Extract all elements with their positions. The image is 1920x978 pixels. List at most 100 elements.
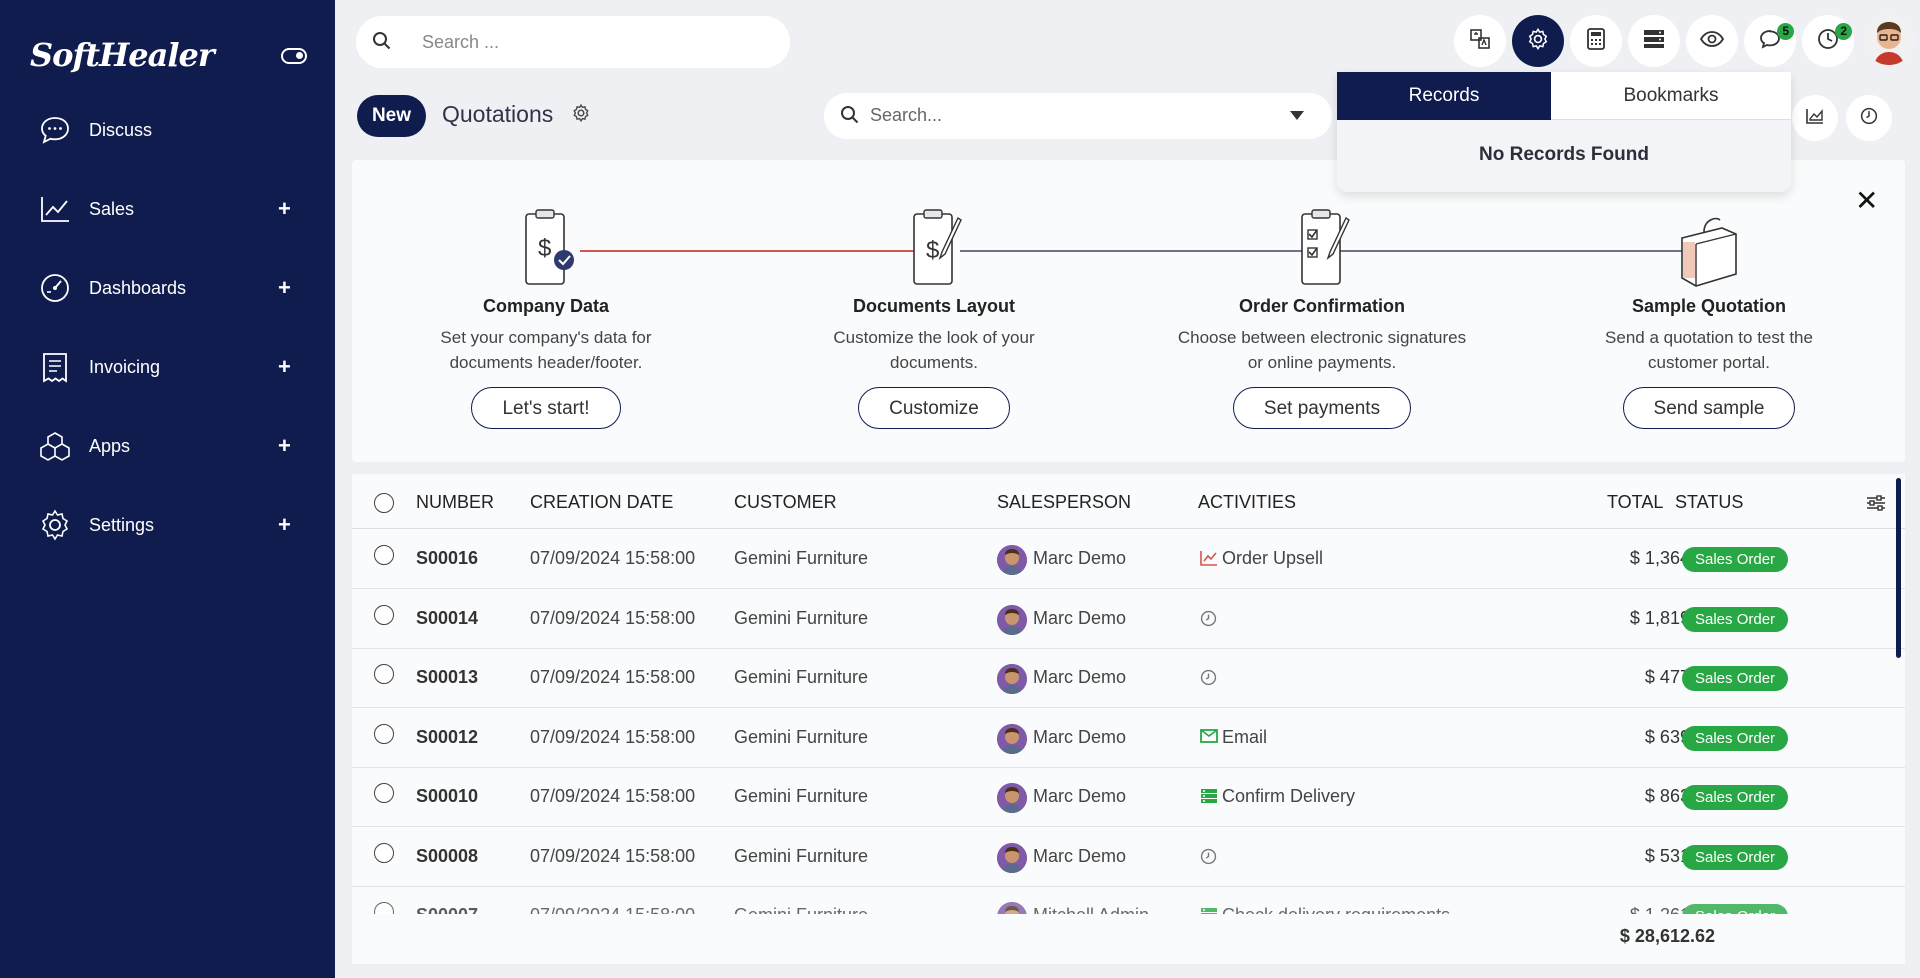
preview-button[interactable] [1686, 15, 1738, 67]
column-header-total[interactable]: TOTAL [1607, 492, 1663, 513]
activity-view-button[interactable] [1846, 95, 1892, 141]
envelope-icon[interactable] [1200, 728, 1218, 748]
step-title: Sample Quotation [1631, 296, 1786, 316]
close-onboarding-button[interactable]: ✕ [1855, 184, 1878, 217]
customize-button[interactable]: Customize [858, 387, 1010, 429]
cell-number: S00016 [416, 548, 479, 568]
expand-plus-icon[interactable]: + [278, 275, 291, 301]
status-badge: Sales Order [1682, 666, 1789, 691]
sidebar-item-dashboards[interactable]: Dashboards + [0, 258, 335, 318]
cell-customer: Gemini Furniture [734, 845, 869, 866]
expand-plus-icon[interactable]: + [278, 433, 291, 459]
cell-creation-date: 07/09/2024 15:58:00 [530, 726, 696, 747]
set-payments-button[interactable]: Set payments [1232, 387, 1412, 429]
row-select-radio[interactable] [374, 723, 394, 744]
cell-activity[interactable]: Confirm Delivery [1222, 786, 1355, 807]
tab-records[interactable]: Records [1337, 72, 1551, 120]
svg-text:$: $ [926, 237, 939, 264]
calculator-button[interactable] [1570, 15, 1622, 67]
checklist-icon [1292, 208, 1352, 295]
record-search-input[interactable] [870, 101, 1270, 129]
activities-button[interactable]: 2 [1802, 15, 1854, 67]
language-button[interactable] [1454, 15, 1506, 67]
table-row[interactable]: S00010 07/09/2024 15:58:00 Gemini Furnitur… [352, 767, 1905, 827]
row-select-radio[interactable] [374, 545, 394, 565]
table-row[interactable]: S00016 07/09/2024 15:58:00 Gemini Furnitur… [352, 529, 1905, 589]
expand-plus-icon[interactable]: + [278, 354, 291, 380]
step-description: Customize the look of your documents. [833, 328, 1035, 372]
brand-logo[interactable]: SoftHealer [30, 36, 215, 74]
cell-customer: Gemini Furniture [734, 667, 869, 687]
record-search [824, 93, 1332, 139]
messages-button[interactable]: 5 [1744, 15, 1796, 67]
tasks-icon[interactable] [1200, 907, 1218, 914]
column-header-customer[interactable]: CUSTOMER [734, 492, 837, 513]
column-header-number[interactable]: NUMBER [416, 492, 494, 513]
table-row[interactable]: S00012 07/09/2024 15:58:00 Gemini Furnitur… [352, 708, 1905, 768]
action-gear-icon[interactable] [572, 103, 590, 127]
column-header-salesperson[interactable]: SALESPERSON [997, 492, 1131, 513]
cell-customer: Gemini Furniture [734, 726, 869, 747]
step-title: Documents Layout [852, 296, 1016, 316]
trend-chart-icon [38, 192, 72, 226]
global-search-input[interactable] [422, 28, 762, 56]
sidebar-item-apps[interactable]: Apps + [0, 416, 335, 476]
cell-activity[interactable]: Order Upsell [1222, 548, 1323, 569]
row-select-radio[interactable] [374, 664, 394, 684]
clock-icon[interactable] [1200, 669, 1217, 691]
sidebar-item-invoicing[interactable]: Invoicing + [0, 337, 335, 397]
expand-plus-icon[interactable]: + [278, 196, 291, 222]
document-dollar-icon: $ [904, 208, 964, 295]
row-select-radio[interactable] [374, 842, 394, 863]
activities-count-badge: 2 [1835, 23, 1852, 40]
lets-start-button[interactable]: Let's start! [471, 387, 621, 429]
sidebar-item-discuss[interactable]: Discuss [0, 100, 335, 160]
step-description: Set your company's data for documents he… [440, 328, 652, 372]
cell-number: S00014 [416, 607, 479, 628]
settings-button[interactable] [1512, 15, 1564, 67]
tab-bookmarks[interactable]: Bookmarks [1551, 72, 1791, 120]
graph-view-button[interactable] [1792, 95, 1838, 141]
column-header-creation-date[interactable]: CREATION DATE [530, 492, 673, 513]
svg-text:$: $ [538, 235, 551, 262]
cubes-icon [38, 429, 72, 463]
sidebar-toggle-icon[interactable] [281, 48, 307, 64]
row-select-radio[interactable] [374, 783, 394, 803]
cell-activity[interactable]: Check delivery requirements [1222, 905, 1450, 914]
cell-activity[interactable]: Email [1222, 727, 1267, 748]
column-header-status[interactable]: STATUS [1675, 492, 1743, 513]
table-row[interactable]: S00008 07/09/2024 15:58:00 Gemini Furnitur… [352, 827, 1905, 887]
salesperson-avatar [997, 902, 1027, 914]
sidebar-item-settings[interactable]: Settings + [0, 495, 335, 555]
new-button[interactable]: New [357, 95, 426, 137]
list-scrollbar[interactable] [1896, 478, 1901, 658]
search-options-toggle-icon[interactable] [1290, 111, 1304, 120]
onboarding-step-documents-layout: $ Documents Layout Customize the look of… [784, 208, 1084, 429]
table-row[interactable]: S00014 07/09/2024 15:58:00 Gemini Furnitur… [352, 589, 1905, 649]
cell-number: S00008 [416, 845, 479, 866]
column-header-activities[interactable]: ACTIVITIES [1198, 492, 1296, 513]
row-select-radio[interactable] [374, 902, 394, 914]
clock-icon[interactable] [1200, 848, 1217, 870]
send-sample-button[interactable]: Send sample [1622, 387, 1796, 429]
sidebar: SoftHealer Discuss Sales + Dashboards + … [0, 0, 335, 978]
server-button[interactable] [1628, 15, 1680, 67]
trend-icon[interactable] [1200, 550, 1218, 571]
sidebar-item-label: Apps [89, 435, 131, 456]
global-search [356, 16, 790, 68]
user-avatar[interactable] [1864, 15, 1914, 65]
step-title: Order Confirmation [1238, 296, 1405, 316]
cell-salesperson: Marc Demo [1033, 845, 1127, 866]
sidebar-item-sales[interactable]: Sales + [0, 179, 335, 239]
salesperson-avatar [997, 783, 1027, 813]
sidebar-item-label: Discuss [89, 119, 153, 140]
clock-icon[interactable] [1200, 610, 1217, 632]
cell-customer: Gemini Furniture [734, 905, 869, 925]
optional-columns-icon[interactable] [1866, 494, 1886, 517]
tasks-icon[interactable] [1200, 788, 1218, 809]
select-all-radio[interactable] [374, 493, 394, 513]
shopping-bag-icon [1674, 208, 1744, 295]
table-row[interactable]: S00013 07/09/2024 15:58:00 Gemini Furnitur… [352, 648, 1905, 708]
expand-plus-icon[interactable]: + [278, 512, 291, 538]
row-select-radio[interactable] [374, 604, 394, 625]
